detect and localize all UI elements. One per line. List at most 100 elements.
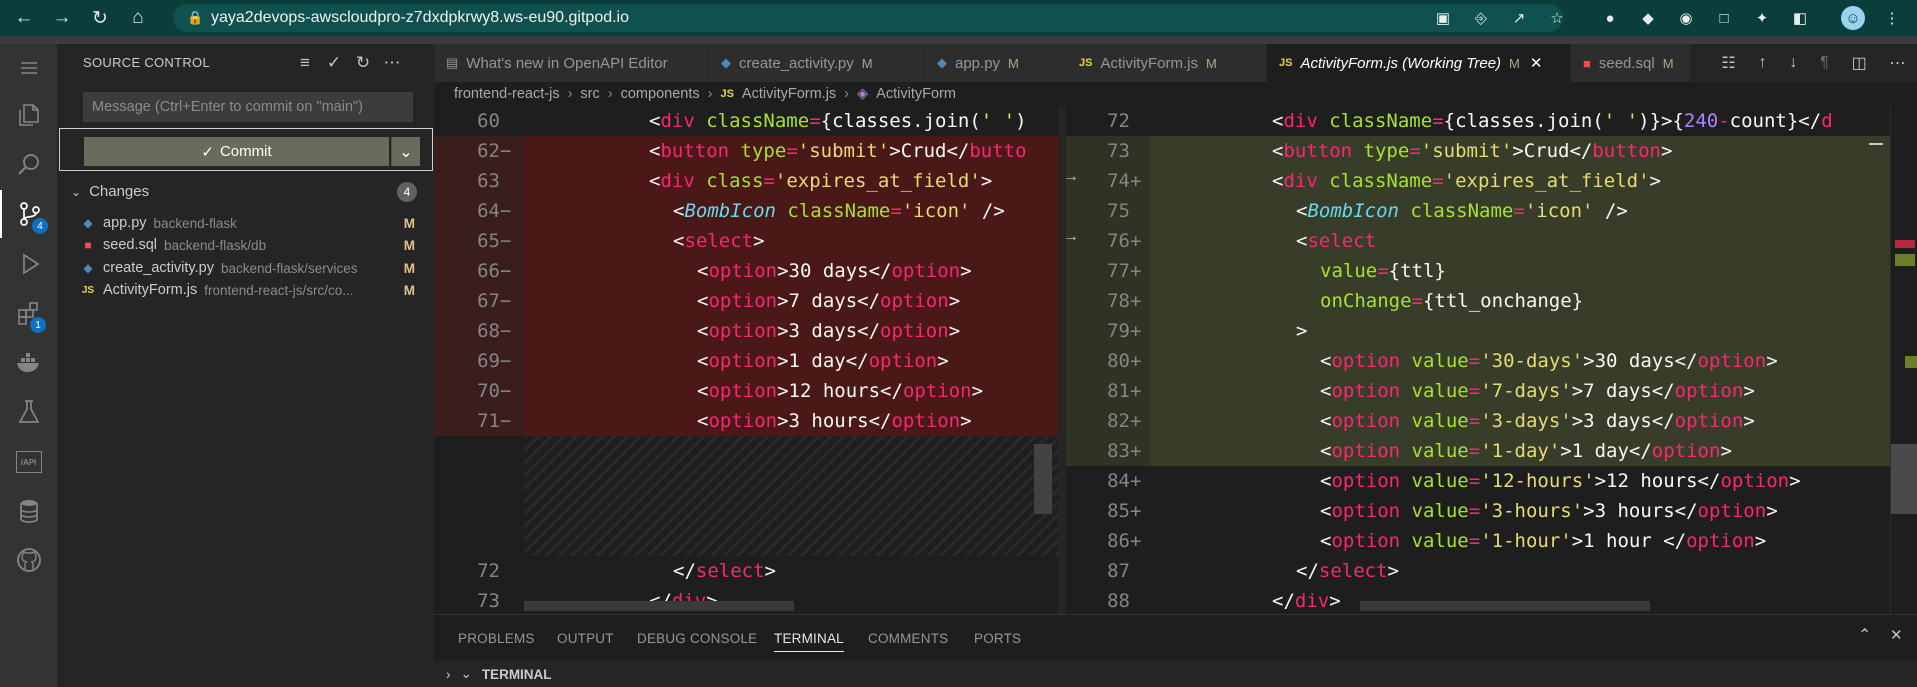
tab-app-py[interactable]: ◆ app.py M	[925, 44, 1067, 82]
list-item[interactable]: ◆ app.py backend-flask M	[81, 211, 431, 235]
tab-problems[interactable]: PROBLEMS	[458, 631, 535, 646]
database-icon: ■	[84, 238, 92, 252]
address-bar[interactable]: 🔒 yaya2devops-awscloudpro-z7dxdpkrwy8.ws…	[173, 4, 1563, 32]
line-number: 80	[1107, 350, 1130, 372]
tab-activityform[interactable]: JS ActivityForm.js M	[1067, 44, 1267, 82]
pilcrow-icon[interactable]: ¶	[1820, 54, 1829, 72]
python-icon: ◆	[83, 216, 93, 230]
close-icon[interactable]: ✕	[1530, 54, 1543, 72]
database-icon[interactable]	[0, 487, 57, 535]
github-icon[interactable]	[0, 536, 57, 584]
list-item[interactable]: ◆ create_activity.py backend-flask/servi…	[81, 256, 431, 280]
view-as-tree-icon[interactable]: ≡	[294, 52, 316, 74]
diff-original-pane[interactable]: 60 62 63 64 65 66 67 68 69 70 71 72 73 6…	[434, 106, 1058, 614]
home-icon[interactable]: ⌂	[124, 4, 152, 32]
tab-create-activity[interactable]: ◆ create_activity.py M	[709, 44, 925, 82]
horizontal-scrollbar[interactable]	[524, 601, 794, 611]
line-number: 67	[477, 290, 500, 312]
extension-icon[interactable]: ◉	[1676, 8, 1696, 28]
tab-comments[interactable]: COMMENTS	[868, 631, 948, 646]
open-file-icon[interactable]: ☷	[1721, 53, 1735, 73]
screenshot-icon[interactable]: □	[1714, 8, 1734, 28]
breadcrumb-item[interactable]: src	[580, 86, 599, 102]
bookmark-star-icon[interactable]: ☆	[1547, 8, 1567, 28]
forward-icon[interactable]: →	[48, 4, 76, 32]
chevron-right-icon: ›	[567, 86, 573, 102]
horizontal-scrollbar[interactable]	[1360, 601, 1650, 611]
code-line: <button type='submit'>Crud</butto	[649, 140, 1027, 162]
line-number: 64	[477, 200, 500, 222]
split-editor-icon[interactable]: ◫	[1852, 53, 1867, 73]
source-control-icon[interactable]: 4	[0, 190, 57, 238]
code-line: </select>	[1296, 560, 1399, 582]
line-number: 65	[477, 230, 500, 252]
tab-activityform-working-tree[interactable]: JS ActivityForm.js (Working Tree) M ✕	[1267, 44, 1571, 82]
run-debug-icon[interactable]	[0, 240, 57, 288]
testing-flask-icon[interactable]	[0, 388, 57, 436]
symbol-method-icon: ◈	[857, 86, 869, 102]
line-number: 60	[477, 110, 500, 132]
tab-debug-console[interactable]: DEBUG CONSOLE	[637, 631, 757, 646]
explorer-icon[interactable]	[0, 91, 57, 139]
changes-header[interactable]: ⌄ Changes	[71, 183, 149, 200]
sidepanel-icon[interactable]: ◧	[1790, 8, 1810, 28]
refresh-icon[interactable]: ↻	[352, 52, 374, 74]
line-number: 66	[477, 260, 500, 282]
breadcrumb-item[interactable]: frontend-react-js	[454, 86, 560, 102]
tab-openapi-whats-new[interactable]: ▤ What's new in OpenAPI Editor	[434, 44, 709, 82]
removed-marker: −	[500, 290, 512, 312]
extensions-icon[interactable]: 1	[0, 289, 57, 337]
docker-icon[interactable]	[0, 339, 57, 387]
close-icon[interactable]: ✕	[1890, 626, 1903, 644]
editor-actions: ☷ ↑ ↓ ¶ ◫ ⋯	[1710, 44, 1917, 82]
terminal-section-header[interactable]: › ⌄ TERMINAL	[434, 661, 1917, 687]
commit-message-input[interactable]: Message (Ctrl+Enter to commit on "main")	[83, 92, 413, 122]
line-number: 87	[1107, 560, 1130, 582]
list-item[interactable]: ■ seed.sql backend-flask/db M	[81, 233, 431, 257]
diff-modified-pane[interactable]: 72 73 74 75 76 77 78 79 80 81 82 83 84 8…	[1066, 106, 1890, 614]
revert-arrow-icon[interactable]: →	[1063, 228, 1079, 246]
reload-icon[interactable]: ↻	[86, 4, 114, 32]
more-actions-icon[interactable]: ⋯	[381, 52, 403, 74]
line-number: 73	[1107, 140, 1130, 162]
share-icon[interactable]: ↗	[1509, 8, 1529, 28]
tab-terminal[interactable]: TERMINAL	[774, 631, 844, 652]
menu-icon[interactable]: ⋮	[1882, 8, 1902, 28]
breadcrumb: frontend-react-js › src › components › J…	[434, 82, 1917, 106]
translate-icon[interactable]: ⎆	[1471, 8, 1491, 28]
code-line: value={ttl}	[1320, 260, 1446, 282]
tab-seed-sql[interactable]: ■ seed.sql M	[1571, 44, 1691, 82]
list-item[interactable]: JS ActivityForm.js frontend-react-js/src…	[81, 278, 431, 302]
more-actions-icon[interactable]: ⋯	[1890, 53, 1906, 73]
puzzle-icon[interactable]: ✦	[1752, 8, 1772, 28]
breadcrumb-item[interactable]: ActivityForm	[876, 86, 956, 102]
commit-button[interactable]: ✓ Commit	[84, 137, 389, 166]
changes-count-badge: 4	[397, 182, 417, 202]
chevron-down-icon[interactable]: ⌄	[391, 137, 420, 166]
line-number: 72	[477, 560, 500, 582]
minimap-slider[interactable]	[1869, 143, 1883, 145]
search-icon[interactable]	[0, 141, 57, 189]
revert-arrow-icon[interactable]: →	[1063, 168, 1079, 186]
line-number: 72	[1107, 110, 1130, 132]
python-icon: ◆	[937, 55, 947, 70]
tab-ports[interactable]: PORTS	[974, 631, 1021, 646]
python-icon: ◆	[721, 55, 731, 70]
commit-check-icon[interactable]: ✓	[323, 52, 345, 74]
scrollbar-thumb[interactable]	[1034, 444, 1052, 514]
avatar[interactable]: ☺	[1841, 6, 1865, 30]
tab-output[interactable]: OUTPUT	[557, 631, 614, 646]
line-number: 84	[1107, 470, 1130, 492]
maximize-panel-icon[interactable]: ⌃	[1858, 625, 1871, 645]
menu-icon[interactable]	[0, 44, 57, 92]
overview-ruler[interactable]	[1890, 106, 1917, 614]
back-icon[interactable]: ←	[10, 4, 38, 32]
arrow-up-icon[interactable]: ↑	[1759, 54, 1767, 72]
arrow-down-icon[interactable]: ↓	[1789, 54, 1797, 72]
extension-icon[interactable]: ◆	[1638, 8, 1658, 28]
breadcrumb-item[interactable]: components	[621, 86, 700, 102]
api-icon[interactable]: /API	[0, 438, 57, 486]
screen-cast-icon[interactable]: ▣	[1433, 8, 1453, 28]
extension-icon[interactable]: ●	[1600, 8, 1620, 28]
breadcrumb-item[interactable]: ActivityForm.js	[742, 86, 836, 102]
